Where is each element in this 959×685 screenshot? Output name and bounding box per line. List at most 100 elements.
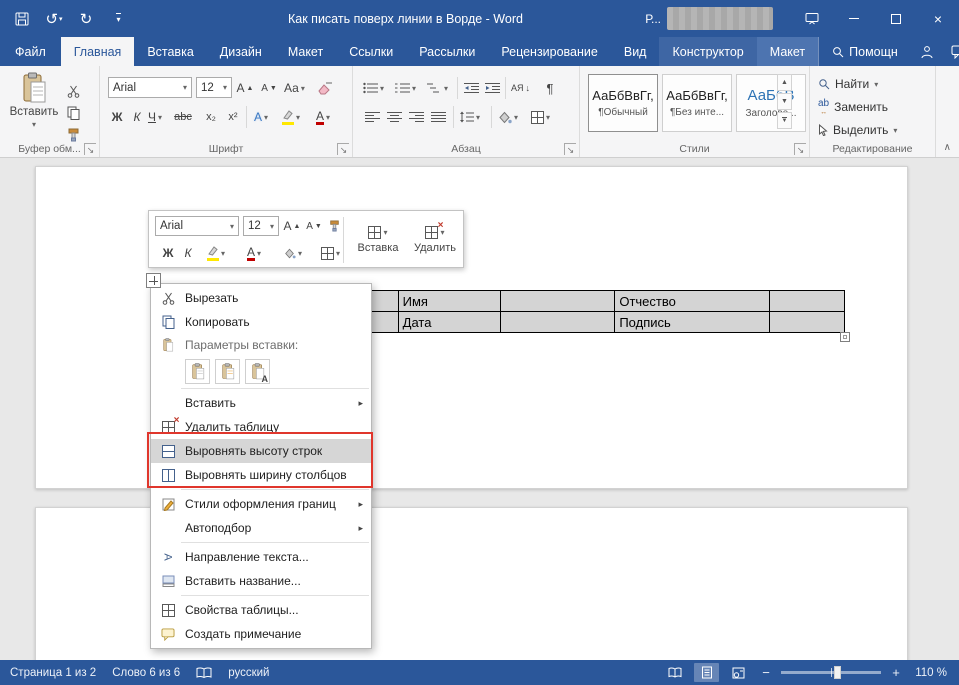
paste-text-only-button[interactable]: А xyxy=(245,359,270,384)
shading-button[interactable]: ▾ xyxy=(497,106,518,128)
share-person-button[interactable] xyxy=(911,37,943,66)
maximize-button[interactable] xyxy=(875,0,917,37)
tab-help-search[interactable]: Помощн xyxy=(818,37,911,66)
mini-italic-button[interactable]: К xyxy=(179,242,197,264)
tab-view[interactable]: Вид xyxy=(611,37,660,66)
find-button[interactable]: Найти▾ xyxy=(818,74,878,94)
tab-review[interactable]: Рецензирование xyxy=(488,37,611,66)
mini-insert-button[interactable]: ▾ Вставка xyxy=(349,215,407,265)
numbering-button[interactable]: ▾ xyxy=(395,77,416,99)
tab-table-design[interactable]: Конструктор xyxy=(659,37,756,66)
line-spacing-button[interactable]: ▾ xyxy=(459,106,480,128)
mini-grow-font-button[interactable]: А▲ xyxy=(283,215,301,237)
style-normal[interactable]: АаБбВвГг, ¶Обычный xyxy=(588,74,658,132)
copy-button[interactable] xyxy=(64,102,82,124)
zoom-in-button[interactable]: + xyxy=(888,665,904,680)
read-mode-button[interactable] xyxy=(662,663,687,682)
proofing-book-icon[interactable] xyxy=(196,667,212,679)
mini-font-color-button[interactable]: А▾ xyxy=(245,242,263,264)
tab-home[interactable]: Главная xyxy=(61,37,135,66)
font-color-button[interactable]: А▾ xyxy=(314,106,332,128)
table-cell[interactable]: Отчество xyxy=(615,291,770,312)
paragraph-dialog-launcher[interactable]: ↘ xyxy=(564,143,576,155)
menu-item-insert-caption[interactable]: Вставить название... xyxy=(151,569,371,593)
bold-button[interactable]: Ж xyxy=(108,106,126,128)
underline-button[interactable]: Ч▾ xyxy=(146,106,164,128)
table-cell[interactable]: Дата xyxy=(399,312,501,333)
styles-dialog-launcher[interactable]: ↘ xyxy=(794,143,806,155)
strikethrough-button[interactable]: abc xyxy=(174,106,192,128)
save-button[interactable] xyxy=(8,6,36,32)
print-layout-button[interactable] xyxy=(694,663,719,682)
web-layout-button[interactable] xyxy=(726,663,751,682)
mini-font-family-combo[interactable]: Arial▾ xyxy=(155,216,239,236)
clipboard-dialog-launcher[interactable]: ↘ xyxy=(84,143,96,155)
tab-file[interactable]: Файл xyxy=(0,37,61,66)
menu-item-distribute-columns[interactable]: Выровнять ширину столбцов xyxy=(151,463,371,487)
style-heading1[interactable]: АаБбВ Заголово... xyxy=(736,74,806,132)
zoom-level[interactable]: 110 % xyxy=(911,667,947,679)
customize-qat-button[interactable]: ▾ xyxy=(104,6,132,32)
zoom-out-button[interactable]: − xyxy=(758,665,774,680)
font-family-combo[interactable]: Arial▾ xyxy=(108,77,192,98)
collapse-ribbon-button[interactable]: ∧ xyxy=(944,142,951,153)
ribbon-display-options-button[interactable] xyxy=(791,0,833,37)
mini-shrink-font-button[interactable]: А▼ xyxy=(305,215,323,237)
increase-indent-button[interactable] xyxy=(483,77,501,99)
paste-keep-source-button[interactable] xyxy=(185,359,210,384)
select-button[interactable]: Выделить▾ xyxy=(818,120,897,140)
tab-insert[interactable]: Вставка xyxy=(134,37,206,66)
replace-button[interactable]: ab↔ Заменить xyxy=(818,97,888,117)
borders-button[interactable]: ▾ xyxy=(531,106,550,128)
table-cell[interactable] xyxy=(501,312,616,333)
align-left-button[interactable] xyxy=(363,106,381,128)
menu-item-border-styles[interactable]: Стили оформления границ ▸ xyxy=(151,492,371,516)
tab-table-layout[interactable]: Макет xyxy=(757,37,818,66)
font-dialog-launcher[interactable]: ↘ xyxy=(337,143,349,155)
paste-button[interactable]: Вставить ▾ xyxy=(10,72,58,142)
bullets-button[interactable]: ▾ xyxy=(363,77,384,99)
account-name[interactable]: Р... xyxy=(645,12,661,26)
tab-layout[interactable]: Макет xyxy=(275,37,336,66)
styles-scroll-up[interactable]: ▲ xyxy=(777,74,792,91)
sort-button[interactable]: АЯ↓ xyxy=(511,77,530,99)
menu-item-copy[interactable]: Копировать xyxy=(151,310,371,334)
menu-item-delete-table[interactable]: × Удалить таблицу xyxy=(151,415,371,439)
table-resize-handle[interactable] xyxy=(840,332,850,342)
table-cell[interactable]: Имя xyxy=(399,291,501,312)
style-no-spacing[interactable]: АаБбВвГг, ¶Без инте... xyxy=(662,74,732,132)
mini-shading-button[interactable]: ▾ xyxy=(283,242,302,264)
highlight-color-button[interactable]: ▾ xyxy=(282,106,300,128)
superscript-button[interactable]: х² xyxy=(224,106,242,128)
menu-item-paste[interactable]: Вставить ▸ xyxy=(151,391,371,415)
menu-item-new-comment[interactable]: Создать примечание xyxy=(151,622,371,646)
align-right-button[interactable] xyxy=(407,106,425,128)
redo-button[interactable]: ↻ xyxy=(72,6,100,32)
table-cell[interactable] xyxy=(770,312,845,333)
paste-merge-formatting-button[interactable] xyxy=(215,359,240,384)
page-indicator[interactable]: Страница 1 из 2 xyxy=(10,667,96,679)
decrease-indent-button[interactable] xyxy=(462,77,480,99)
minimize-button[interactable] xyxy=(833,0,875,37)
table-cell[interactable] xyxy=(770,291,845,312)
close-button[interactable]: × xyxy=(917,0,959,37)
grow-font-button[interactable]: А▲ xyxy=(236,77,254,99)
mini-font-size-combo[interactable]: 12▾ xyxy=(243,216,279,236)
styles-scroll-down[interactable]: ▼ xyxy=(777,93,792,110)
menu-item-text-direction[interactable]: А Направление текста... xyxy=(151,545,371,569)
mini-highlight-button[interactable]: ▾ xyxy=(207,242,225,264)
change-case-button[interactable]: Аа▾ xyxy=(284,77,305,99)
tab-design[interactable]: Дизайн xyxy=(207,37,275,66)
feedback-button[interactable] xyxy=(943,37,959,66)
mini-borders-button[interactable]: ▾ xyxy=(321,242,340,264)
word-count[interactable]: Слово 6 из 6 xyxy=(112,667,180,679)
clear-formatting-button[interactable] xyxy=(316,77,334,99)
cut-button[interactable] xyxy=(64,80,82,102)
justify-button[interactable] xyxy=(429,106,447,128)
align-center-button[interactable] xyxy=(385,106,403,128)
tab-references[interactable]: Ссылки xyxy=(336,37,406,66)
language-indicator[interactable]: русский xyxy=(228,667,269,679)
zoom-slider-thumb[interactable] xyxy=(834,666,841,679)
mini-format-painter-button[interactable] xyxy=(325,215,343,237)
menu-item-cut[interactable]: Вырезать xyxy=(151,286,371,310)
